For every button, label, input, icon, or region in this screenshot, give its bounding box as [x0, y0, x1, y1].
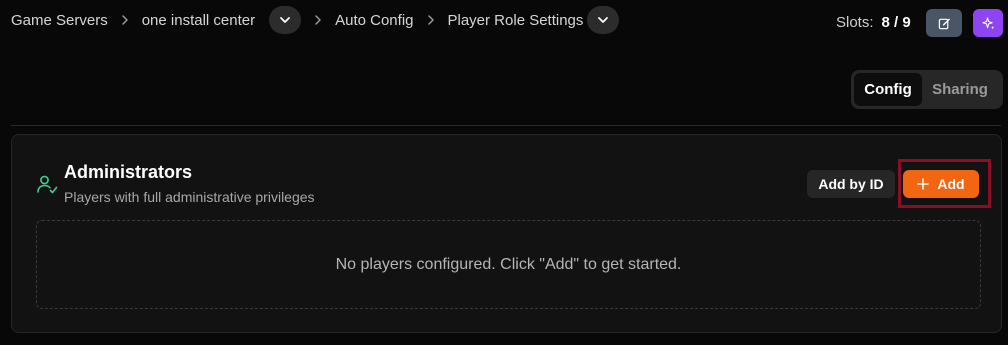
slots-value: 8 / 9 [881, 14, 911, 31]
slots-indicator: Slots: 8 / 9 [836, 14, 911, 31]
breadcrumb: Game Servers one install center Auto Con… [11, 6, 620, 34]
edit-icon [938, 18, 950, 29]
plus-icon [917, 178, 930, 190]
chevron-down-icon [598, 17, 609, 23]
chevron-right-icon [309, 6, 327, 34]
breadcrumb-server[interactable]: one install center [142, 12, 255, 29]
settings-dropdown-button[interactable] [587, 6, 620, 34]
section-title: Administrators [64, 162, 193, 182]
breadcrumb-game-servers[interactable]: Game Servers [11, 12, 108, 29]
add-button-label: Add [937, 176, 965, 192]
section-subtitle: Players with full administrative privile… [64, 189, 315, 205]
chevron-right-icon [422, 6, 440, 34]
page: Game Servers one install center Auto Con… [0, 0, 1008, 345]
view-tabs: Config Sharing [851, 70, 1003, 109]
tab-sharing[interactable]: Sharing [922, 73, 998, 106]
empty-state: No players configured. Click "Add" to ge… [36, 220, 981, 309]
user-check-icon [37, 175, 58, 194]
add-button[interactable]: Add [903, 170, 979, 198]
chevron-down-icon [280, 17, 291, 23]
divider [11, 125, 1001, 126]
edit-button[interactable] [926, 9, 962, 37]
breadcrumb-auto-config[interactable]: Auto Config [335, 12, 413, 29]
chevron-right-icon [116, 6, 134, 34]
server-dropdown-button[interactable] [269, 6, 302, 34]
administrators-card: Administrators Players with full adminis… [11, 134, 1002, 333]
sparkle-icon [981, 16, 994, 29]
breadcrumb-player-role-settings[interactable]: Player Role Settings [448, 12, 584, 29]
slots-label: Slots: [836, 14, 874, 31]
add-by-id-button[interactable]: Add by ID [807, 170, 895, 198]
ai-assist-button[interactable] [973, 9, 1003, 37]
empty-state-message: No players configured. Click "Add" to ge… [335, 255, 682, 273]
tab-config[interactable]: Config [854, 73, 922, 106]
